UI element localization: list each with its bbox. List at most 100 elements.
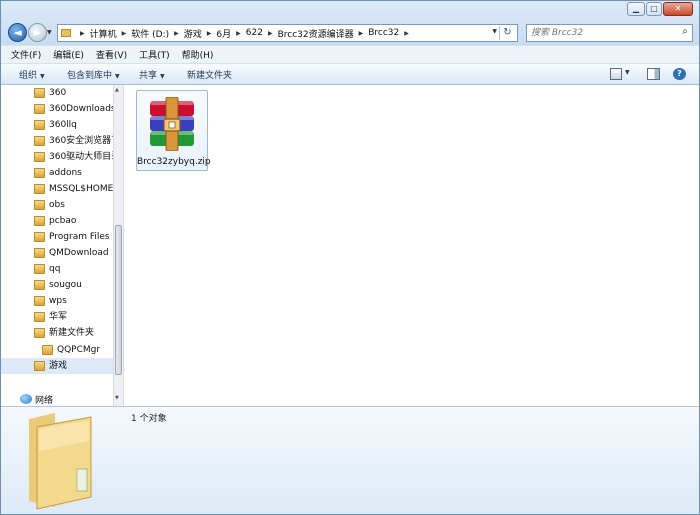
folder-icon	[34, 248, 45, 258]
explorer-window: ▁ □ ✕ ◄ ► ▼ ▶ 计算机 ▶ 软件 (D:) ▶ 游戏 ▶ 6月 ▶ …	[0, 0, 700, 515]
recent-pages-dropdown[interactable]: ▼	[47, 29, 52, 36]
breadcrumb-computer[interactable]: 计算机	[90, 27, 117, 40]
navigation-scrollbar[interactable]: ▲ ▼	[113, 85, 123, 406]
tree-item-qqpcmgr[interactable]: QQPCMgr	[1, 342, 113, 358]
share-button[interactable]: 共享 ▼	[139, 68, 165, 81]
chevron-right-icon[interactable]: ▶	[359, 30, 364, 37]
winrar-archive-icon	[150, 97, 194, 151]
breadcrumb-brcc32-compiler[interactable]: Brcc32资源编译器	[278, 27, 354, 40]
tree-item-label: 360Downloads	[49, 104, 113, 114]
tree-item-sougou[interactable]: sougou	[1, 277, 113, 293]
folder-icon	[34, 264, 45, 274]
menu-file[interactable]: 文件(F)	[11, 48, 41, 61]
tree-item-label: obs	[49, 200, 65, 210]
maximize-button[interactable]: □	[646, 2, 662, 16]
tree-item-program-files[interactable]: Program Files (	[1, 229, 113, 245]
tree-item-qmdownload[interactable]: QMDownload	[1, 245, 113, 261]
help-icon[interactable]: ?	[673, 68, 686, 80]
tree-item-360downloads[interactable]: 360Downloads	[1, 101, 113, 117]
folder-icon	[29, 413, 92, 510]
chevron-right-icon[interactable]: ▶	[207, 30, 212, 37]
tree-item-network[interactable]: 网络	[35, 393, 53, 406]
tree-item-label: 游戏	[49, 361, 68, 371]
tree-item-label: 华军	[49, 312, 68, 322]
folder-icon	[34, 312, 45, 322]
back-button[interactable]: ◄	[8, 23, 27, 42]
tree-item-label: Program Files (	[49, 232, 113, 242]
view-options-icon[interactable]	[610, 68, 622, 80]
item-count: 1 个对象	[131, 414, 167, 424]
address-dropdown[interactable]: ▼	[492, 28, 497, 35]
chevron-right-icon[interactable]: ▶	[174, 30, 179, 37]
breadcrumb-drive-d[interactable]: 软件 (D:)	[131, 27, 169, 40]
breadcrumb-games[interactable]: 游戏	[184, 27, 202, 40]
menu-bar: 文件(F) 编辑(E) 查看(V) 工具(T) 帮助(H)	[1, 46, 699, 64]
tree-item-label: MSSQL$HOME	[49, 184, 113, 194]
breadcrumb-brcc32[interactable]: Brcc32	[368, 28, 399, 38]
tree-item-huajun[interactable]: 华军	[1, 309, 113, 325]
folder-icon	[34, 120, 45, 130]
folder-icon	[61, 29, 71, 37]
chevron-right-icon[interactable]: ▶	[404, 30, 409, 37]
folder-icon	[34, 361, 45, 371]
address-bar[interactable]: ▶ 计算机 ▶ 软件 (D:) ▶ 游戏 ▶ 6月 ▶ 622 ▶ Brcc32…	[57, 24, 518, 42]
tree-item-360llq[interactable]: 360llq	[1, 117, 113, 133]
tree-item-label: 360安全浏览器下	[49, 136, 113, 146]
include-in-library-button[interactable]: 包含到库中 ▼	[67, 68, 120, 81]
menu-tools[interactable]: 工具(T)	[139, 48, 170, 61]
tree-item-label: 360	[49, 88, 67, 98]
tree-item-addons[interactable]: addons	[1, 165, 113, 181]
tree-item-label: wps	[49, 296, 67, 306]
tree-item-360-driver-master[interactable]: 360驱动大师目录	[1, 149, 113, 165]
tree-item-360-browser-download[interactable]: 360安全浏览器下	[1, 133, 113, 149]
folder-icon	[34, 296, 45, 306]
scrollbar-thumb[interactable]	[115, 225, 122, 375]
organize-label: 组织	[19, 71, 38, 81]
search-icon[interactable]: ⌕	[682, 26, 688, 37]
search-input[interactable]	[531, 26, 671, 40]
tree-item-games[interactable]: 游戏	[1, 358, 113, 374]
refresh-icon[interactable]: ↻	[499, 26, 515, 40]
view-options-dropdown[interactable]: ▼	[625, 69, 630, 76]
menu-help[interactable]: 帮助(H)	[182, 48, 214, 61]
forward-button[interactable]: ►	[28, 23, 47, 42]
menu-edit[interactable]: 编辑(E)	[53, 48, 84, 61]
new-folder-button[interactable]: 新建文件夹	[187, 68, 232, 81]
tree-item-label: QQPCMgr	[57, 345, 101, 355]
file-item[interactable]: Brcc32zybyq.zip	[136, 90, 211, 171]
title-bar: ▁ □ ✕ ◄ ► ▼ ▶ 计算机 ▶ 软件 (D:) ▶ 游戏 ▶ 6月 ▶ …	[1, 1, 699, 45]
tree-item-qq[interactable]: qq	[1, 261, 113, 277]
tree-item-label: pcbao	[49, 216, 77, 226]
file-name: Brcc32zybyq.zip	[137, 157, 211, 167]
minimize-button[interactable]: ▁	[627, 2, 645, 16]
file-list: Brcc32zybyq.zip	[123, 85, 699, 406]
tree-item-pcbao[interactable]: pcbao	[1, 213, 113, 229]
close-button[interactable]: ✕	[663, 2, 693, 16]
folder-icon	[34, 104, 45, 114]
organize-button[interactable]: 组织 ▼	[19, 68, 45, 81]
chevron-down-icon: ▼	[115, 73, 120, 80]
chevron-right-icon[interactable]: ▶	[236, 30, 241, 37]
tree-item-label: addons	[49, 168, 82, 178]
scroll-down-arrow-icon[interactable]: ▼	[115, 395, 119, 401]
menu-view[interactable]: 查看(V)	[96, 48, 127, 61]
search-box[interactable]: ⌕	[526, 24, 693, 42]
tree-item-new-folder[interactable]: 新建文件夹	[1, 325, 113, 341]
tree-item-obs[interactable]: obs	[1, 197, 113, 213]
chevron-right-icon[interactable]: ▶	[122, 30, 127, 37]
details-pane: 1 个对象	[1, 406, 699, 514]
tree-item-mssql-home[interactable]: MSSQL$HOME	[1, 181, 113, 197]
include-in-library-label: 包含到库中	[67, 71, 113, 81]
chevron-right-icon[interactable]: ▶	[268, 30, 273, 37]
scroll-up-arrow-icon[interactable]: ▲	[115, 87, 119, 93]
breadcrumb-622[interactable]: 622	[246, 28, 263, 38]
command-bar: 组织 ▼ 包含到库中 ▼ 共享 ▼ 新建文件夹 ▼ ?	[1, 64, 699, 85]
folder-icon	[34, 168, 45, 178]
breadcrumb-june[interactable]: 6月	[216, 27, 231, 40]
tree-item-360[interactable]: 360	[1, 85, 113, 101]
chevron-right-icon: ▶	[80, 29, 85, 37]
folder-icon	[34, 88, 45, 98]
folder-icon	[34, 328, 45, 338]
preview-pane-icon[interactable]	[647, 68, 660, 80]
tree-item-wps[interactable]: wps	[1, 293, 113, 309]
